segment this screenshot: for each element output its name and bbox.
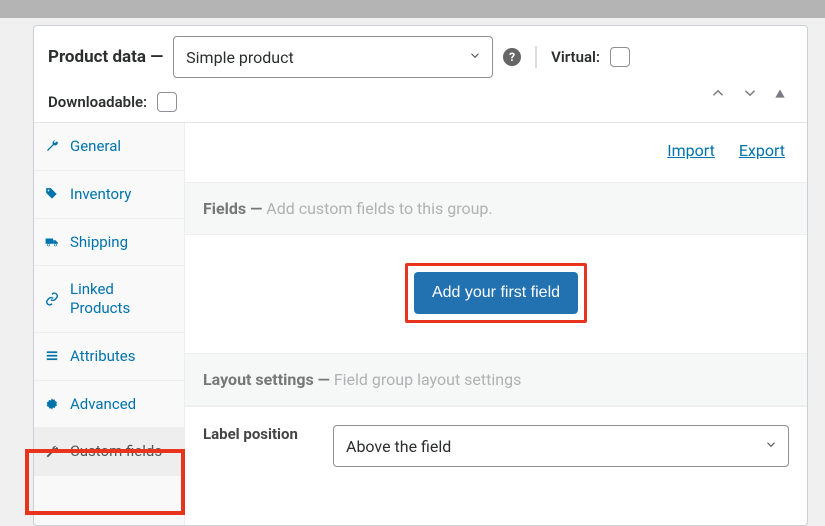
export-link[interactable]: Export bbox=[739, 141, 785, 160]
divider bbox=[535, 46, 537, 68]
downloadable-label: Downloadable: bbox=[48, 93, 147, 111]
label-position-label: Label position bbox=[203, 425, 313, 445]
move-up-icon[interactable] bbox=[709, 84, 727, 102]
add-first-field-button[interactable]: Add your first field bbox=[414, 272, 578, 314]
tab-linked-products[interactable]: Linked Products bbox=[34, 266, 184, 333]
fields-title: Fields — bbox=[203, 199, 266, 218]
tab-label: Attributes bbox=[70, 347, 136, 366]
layout-title: Layout settings — bbox=[203, 370, 334, 389]
import-link[interactable]: Import bbox=[667, 141, 715, 160]
tab-label: Linked Products bbox=[70, 280, 172, 318]
window-chrome bbox=[0, 0, 825, 18]
tag-icon bbox=[44, 186, 60, 202]
toggle-panel-icon[interactable] bbox=[773, 86, 787, 100]
gear-icon bbox=[44, 396, 60, 412]
virtual-label: Virtual: bbox=[551, 48, 600, 66]
panel-body: General Inventory Shipping Linked Produc… bbox=[34, 123, 807, 526]
wrench-icon bbox=[44, 138, 60, 154]
list-icon bbox=[44, 348, 60, 364]
import-export-row: Import Export bbox=[185, 123, 807, 182]
panel-controls bbox=[709, 84, 787, 102]
tab-label: Custom fields bbox=[70, 442, 162, 461]
panel-header: Product data — Simple product ? Virtual:… bbox=[34, 26, 807, 123]
product-data-panel: Product data — Simple product ? Virtual:… bbox=[33, 25, 808, 526]
chevron-down-icon bbox=[468, 48, 482, 67]
panel-title: Product data — bbox=[48, 47, 163, 67]
label-position-select[interactable]: Above the field bbox=[333, 425, 789, 467]
fields-section-header: Fields — Add custom fields to this group… bbox=[185, 182, 807, 235]
tab-label: Advanced bbox=[70, 395, 136, 414]
highlight-box: Add your first field bbox=[405, 263, 587, 323]
move-down-icon[interactable] bbox=[741, 84, 759, 102]
tab-content: Import Export Fields — Add custom fields… bbox=[185, 123, 807, 526]
downloadable-checkbox[interactable] bbox=[157, 92, 177, 112]
tabs-list: General Inventory Shipping Linked Produc… bbox=[34, 123, 185, 526]
label-position-value: Above the field bbox=[346, 437, 451, 456]
tab-label: General bbox=[70, 137, 121, 156]
tab-advanced[interactable]: Advanced bbox=[34, 381, 184, 429]
fields-hint: Add custom fields to this group. bbox=[266, 199, 492, 218]
truck-icon bbox=[44, 234, 60, 250]
wrench-icon bbox=[44, 444, 60, 460]
tab-label: Inventory bbox=[70, 185, 131, 204]
virtual-checkbox[interactable] bbox=[610, 47, 630, 67]
label-position-row: Label position Above the field bbox=[185, 406, 807, 485]
tab-attributes[interactable]: Attributes bbox=[34, 333, 184, 381]
add-field-area: Add your first field bbox=[185, 235, 807, 353]
tab-custom-fields[interactable]: Custom fields bbox=[34, 428, 184, 476]
product-type-value: Simple product bbox=[186, 48, 294, 67]
help-icon[interactable]: ? bbox=[503, 48, 521, 66]
layout-section-header: Layout settings — Field group layout set… bbox=[185, 353, 807, 406]
tab-shipping[interactable]: Shipping bbox=[34, 219, 184, 267]
layout-hint: Field group layout settings bbox=[334, 370, 522, 389]
link-icon bbox=[44, 291, 60, 307]
tab-label: Shipping bbox=[70, 233, 128, 252]
product-type-select[interactable]: Simple product bbox=[173, 36, 493, 78]
tab-inventory[interactable]: Inventory bbox=[34, 171, 184, 219]
chevron-down-icon bbox=[764, 437, 778, 456]
tab-general[interactable]: General bbox=[34, 123, 184, 171]
